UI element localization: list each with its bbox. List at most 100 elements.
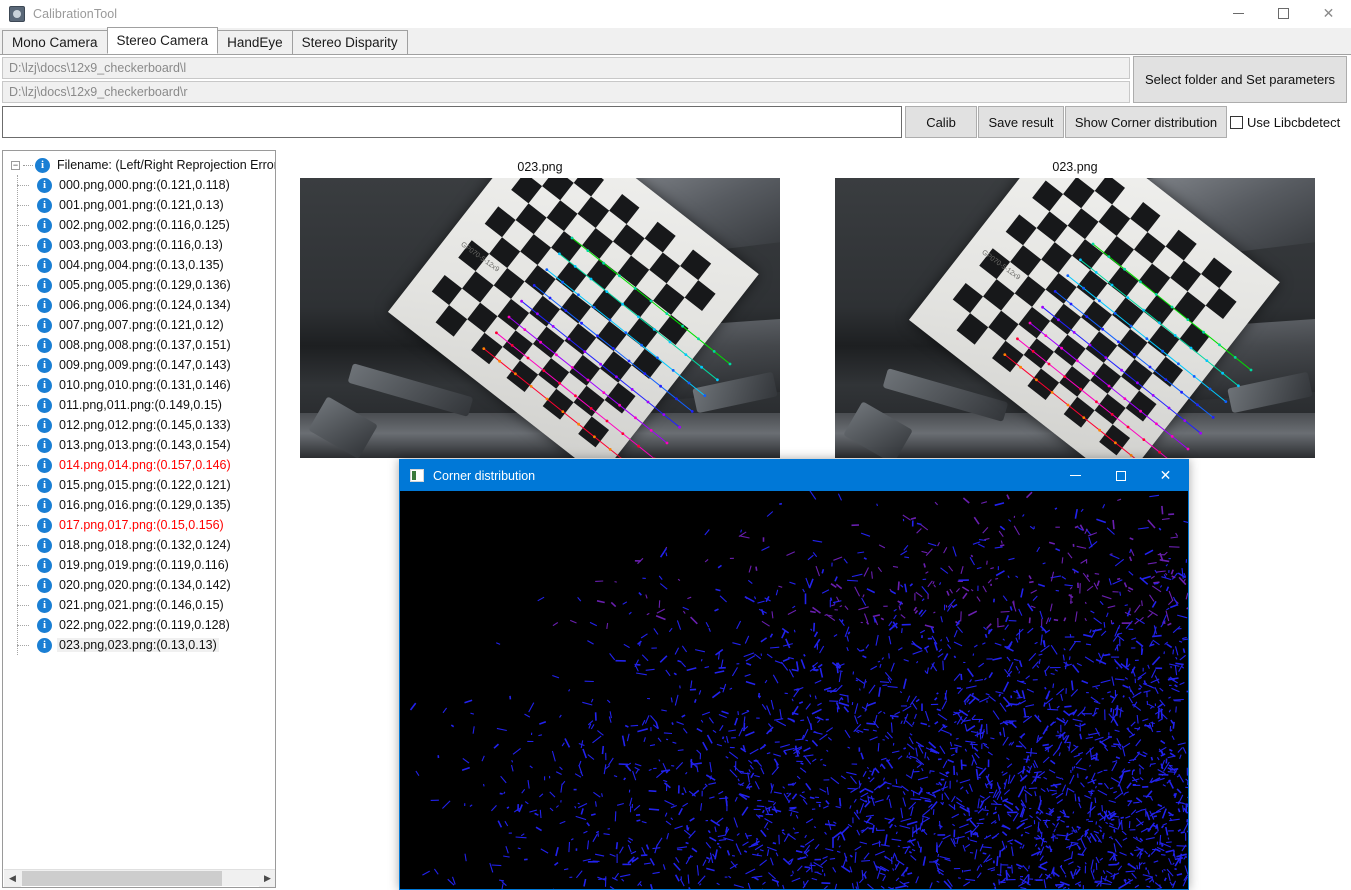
save-result-button[interactable]: Save result xyxy=(978,106,1064,138)
left-image-canvas[interactable]: GP070-5-12x9 xyxy=(300,178,780,458)
minimize-button[interactable] xyxy=(1216,0,1261,28)
tree-item[interactable]: i 015.png,015.png:(0.122,0.121) xyxy=(3,475,275,495)
tab-stereo-camera[interactable]: Stereo Camera xyxy=(106,27,219,54)
corner-displacement-segment xyxy=(906,743,915,750)
corner-displacement-segment xyxy=(1163,551,1168,556)
corner-displacement-segment xyxy=(965,878,976,881)
corner-displacement-segment xyxy=(1089,764,1091,767)
tree-item[interactable]: i 019.png,019.png:(0.119,0.116) xyxy=(3,555,275,575)
tree-item[interactable]: i 004.png,004.png:(0.13,0.135) xyxy=(3,255,275,275)
corner-displacement-segment xyxy=(1116,861,1120,866)
corner-displacement-segment xyxy=(959,823,969,829)
tree-item[interactable]: i 014.png,014.png:(0.157,0.146) xyxy=(3,455,275,475)
corner-displacement-segment xyxy=(921,586,929,595)
tree-branch-connector xyxy=(17,345,29,346)
corner-displacement-segment xyxy=(982,852,987,855)
tree-collapse-icon[interactable]: − xyxy=(11,160,20,170)
tree-item[interactable]: i 000.png,000.png:(0.121,0.118) xyxy=(3,175,275,195)
corner-displacement-segment xyxy=(826,727,834,733)
dialog-maximize-button[interactable] xyxy=(1098,460,1143,491)
scroll-left-arrow-icon[interactable]: ◀ xyxy=(4,869,21,887)
corner-displacement-segment xyxy=(709,836,717,842)
corner-displacement-segment xyxy=(874,767,880,774)
tree-item[interactable]: i 007.png,007.png:(0.121,0.12) xyxy=(3,315,275,335)
tree-item[interactable]: i 020.png,020.png:(0.134,0.142) xyxy=(3,575,275,595)
corner-displacement-segment xyxy=(766,752,771,755)
tree-item[interactable]: i 023.png,023.png:(0.13,0.13) xyxy=(3,635,275,655)
close-button[interactable]: ✕ xyxy=(1306,0,1351,28)
corner-displacement-segment xyxy=(1164,572,1168,576)
corner-displacement-segment xyxy=(791,698,794,702)
select-folder-and-set-parameters-button[interactable]: Select folder and Set parameters xyxy=(1133,56,1347,103)
tab-stereo-disparity[interactable]: Stereo Disparity xyxy=(291,30,408,54)
tree-item[interactable]: i 018.png,018.png:(0.132,0.124) xyxy=(3,535,275,555)
corner-displacement-segment xyxy=(772,802,777,806)
calib-button[interactable]: Calib xyxy=(905,106,977,138)
corner-displacement-segment xyxy=(712,729,717,734)
tree-item[interactable]: i 003.png,003.png:(0.116,0.13) xyxy=(3,235,275,255)
corner-displacement-segment xyxy=(967,610,978,617)
corner-displacement-segment xyxy=(1055,776,1062,780)
corner-displacement-segment xyxy=(932,809,935,815)
use-libcbdetect-checkbox[interactable] xyxy=(1230,115,1243,129)
corner-displacement-segment xyxy=(838,845,841,848)
corner-displacement-segment xyxy=(709,775,712,780)
tree-item[interactable]: i 011.png,011.png:(0.149,0.15) xyxy=(3,395,275,415)
tree-item[interactable]: i 006.png,006.png:(0.124,0.134) xyxy=(3,295,275,315)
corner-displacement-segment xyxy=(975,768,979,780)
log-output-field[interactable] xyxy=(2,106,902,138)
corner-displacement-segment xyxy=(766,827,769,831)
corner-displacement-segment xyxy=(1154,831,1158,836)
tree-item[interactable]: i 008.png,008.png:(0.137,0.151) xyxy=(3,335,275,355)
left-folder-path-field[interactable]: D:\lzj\docs\12x9_checkerboard\l xyxy=(2,57,1130,79)
corner-displacement-segment xyxy=(1055,792,1064,799)
corner-displacement-segment xyxy=(832,867,837,873)
corner-displacement-segment xyxy=(798,701,804,705)
corner-displacement-segment xyxy=(936,880,940,883)
corner-displacement-segment xyxy=(568,689,571,692)
maximize-button[interactable] xyxy=(1261,0,1306,28)
tree-item-label: 012.png,012.png:(0.145,0.133) xyxy=(59,418,231,432)
corner-displacement-segment xyxy=(910,798,922,801)
tree-item[interactable]: i 013.png,013.png:(0.143,0.154) xyxy=(3,435,275,455)
reprojection-error-tree-panel[interactable]: − i Filename: (Left/Right Reprojection Err… xyxy=(2,150,276,888)
corner-displacement-segment xyxy=(910,517,917,520)
use-libcbdetect-checkbox-row[interactable]: Use Libcbdetect xyxy=(1230,106,1340,138)
tree-item[interactable]: i 009.png,009.png:(0.147,0.143) xyxy=(3,355,275,375)
scrollbar-thumb[interactable] xyxy=(22,870,222,886)
corner-displacement-segment xyxy=(888,620,893,627)
corner-displacement-segment xyxy=(964,843,971,849)
tree-item-label: 018.png,018.png:(0.132,0.124) xyxy=(59,538,231,552)
corner-displacement-segment xyxy=(868,684,876,694)
corner-displacement-segment xyxy=(1113,790,1117,794)
tab-mono-camera[interactable]: Mono Camera xyxy=(2,30,108,54)
tree-item[interactable]: i 001.png,001.png:(0.121,0.13) xyxy=(3,195,275,215)
right-image-canvas[interactable]: GP070-5-12x9 xyxy=(835,178,1315,458)
right-folder-path-field[interactable]: D:\lzj\docs\12x9_checkerboard\r xyxy=(2,81,1130,103)
corner-displacement-segment xyxy=(879,763,883,767)
tree-item[interactable]: i 017.png,017.png:(0.15,0.156) xyxy=(3,515,275,535)
info-icon: i xyxy=(37,457,52,473)
tree-item[interactable]: i 012.png,012.png:(0.145,0.133) xyxy=(3,415,275,435)
corner-displacement-segment xyxy=(982,527,989,534)
corner-displacement-segment xyxy=(668,627,673,633)
tree-item[interactable]: i 022.png,022.png:(0.119,0.128) xyxy=(3,615,275,635)
corner-displacement-segment xyxy=(1117,865,1123,871)
tree-root-node[interactable]: − i Filename: (Left/Right Reprojection Err… xyxy=(3,155,275,175)
scroll-right-arrow-icon[interactable]: ▶ xyxy=(259,869,275,887)
tree-item[interactable]: i 005.png,005.png:(0.129,0.136) xyxy=(3,275,275,295)
tree-item[interactable]: i 010.png,010.png:(0.131,0.146) xyxy=(3,375,275,395)
corner-displacement-segment xyxy=(1000,796,1003,800)
corner-displacement-segment xyxy=(1084,656,1095,663)
corner-displacement-segment xyxy=(1080,838,1086,849)
tab-handeye[interactable]: HandEye xyxy=(217,30,293,54)
dialog-minimize-button[interactable] xyxy=(1053,460,1098,491)
corner-displacement-segment xyxy=(735,843,740,852)
corner-distribution-plot[interactable] xyxy=(400,491,1188,889)
tree-item[interactable]: i 016.png,016.png:(0.129,0.135) xyxy=(3,495,275,515)
dialog-close-button[interactable]: ✕ xyxy=(1143,460,1188,491)
show-corner-distribution-button[interactable]: Show Corner distribution xyxy=(1065,106,1227,138)
tree-item[interactable]: i 002.png,002.png:(0.116,0.125) xyxy=(3,215,275,235)
tree-horizontal-scrollbar[interactable]: ◀ ▶ xyxy=(4,869,275,887)
tree-item[interactable]: i 021.png,021.png:(0.146,0.15) xyxy=(3,595,275,615)
